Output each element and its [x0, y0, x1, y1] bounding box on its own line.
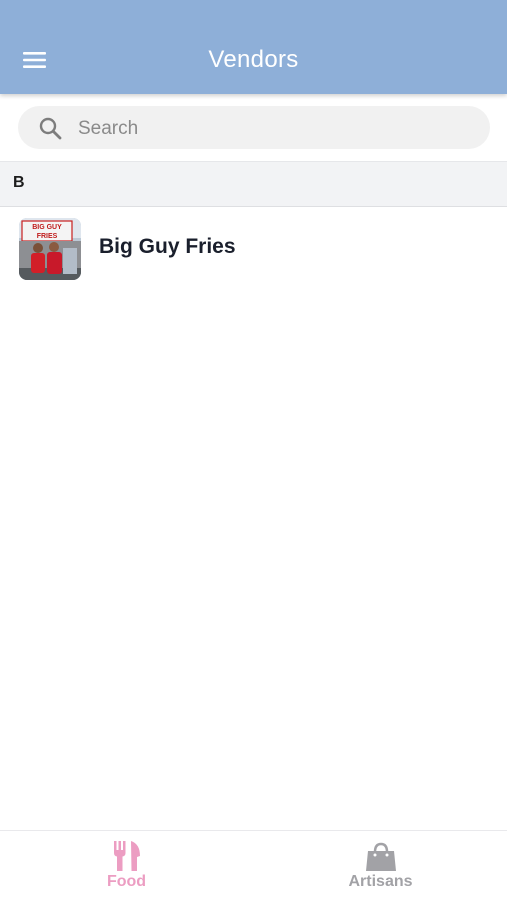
- search-input[interactable]: [76, 106, 480, 151]
- vendors-screen: Vendors B BIG GUY FRIES: [0, 0, 507, 900]
- vendor-thumbnail: BIG GUY FRIES: [19, 218, 81, 280]
- vendor-photo: BIG GUY FRIES: [19, 218, 81, 280]
- section-letter: B: [13, 174, 25, 191]
- fork-knife-icon: [113, 841, 140, 871]
- search-bar[interactable]: [18, 106, 490, 151]
- section-header: B: [0, 161, 507, 207]
- bottom-tab-bar: Food Artisans: [0, 830, 507, 900]
- tab-artisans[interactable]: Artisans: [254, 831, 507, 900]
- svg-text:BIG GUY: BIG GUY: [32, 224, 62, 231]
- tab-artisans-label: Artisans: [348, 873, 413, 890]
- svg-text:FRIES: FRIES: [37, 233, 58, 240]
- tab-food[interactable]: Food: [0, 831, 253, 900]
- shopping-bag-icon: [365, 842, 396, 871]
- app-header: Vendors: [0, 0, 507, 94]
- tab-food-label: Food: [106, 873, 147, 890]
- search-icon: [39, 117, 62, 140]
- vendor-list-item[interactable]: BIG GUY FRIES Big Guy Fries: [0, 208, 507, 292]
- page-title: Vendors: [208, 46, 299, 73]
- vendor-name: Big Guy Fries: [99, 235, 236, 258]
